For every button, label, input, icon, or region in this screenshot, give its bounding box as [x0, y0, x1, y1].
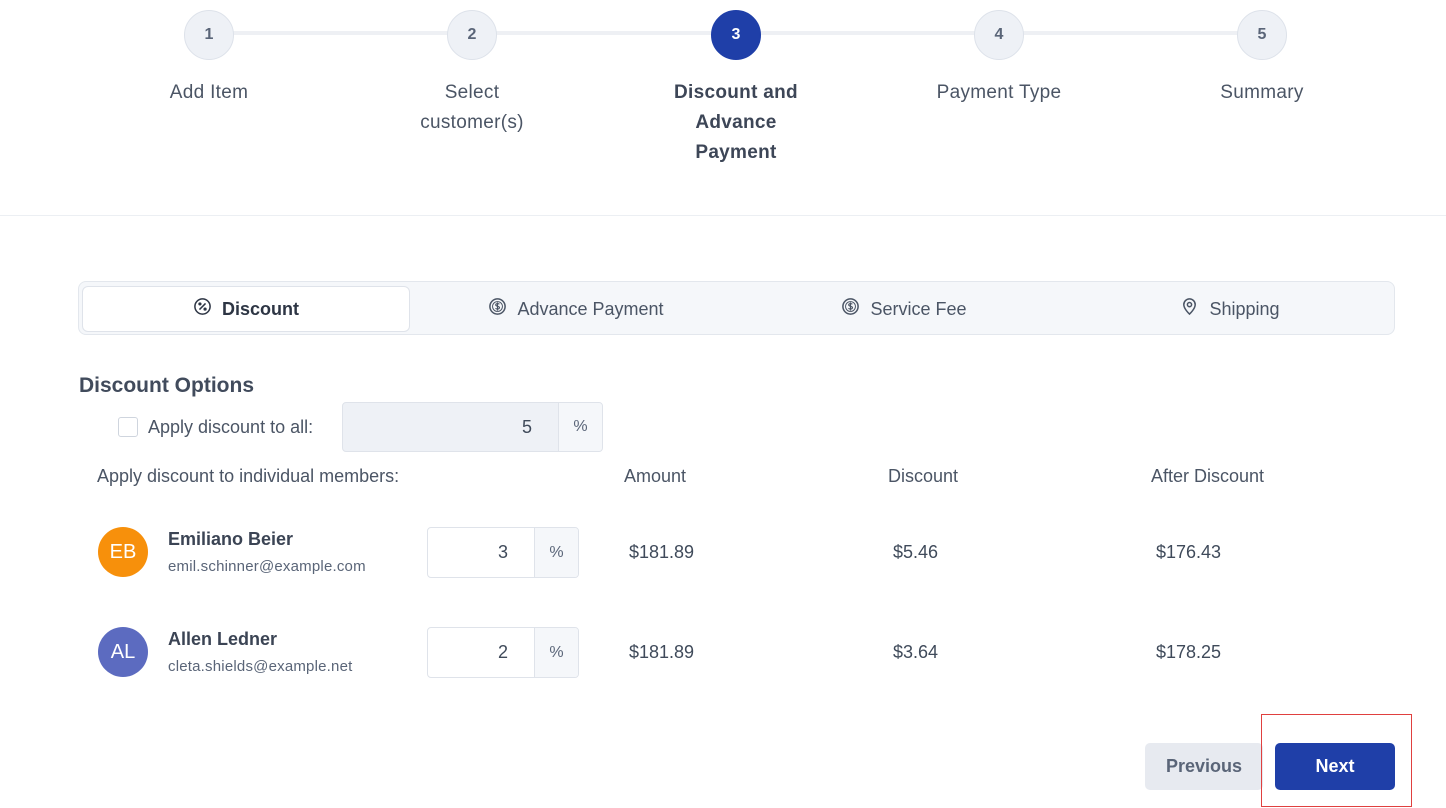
step-number: 2	[447, 10, 497, 60]
discount-column-header: Discount	[888, 466, 959, 486]
tab-label: Advance Payment	[517, 298, 664, 319]
member-discount-input[interactable]	[428, 528, 534, 577]
step-label: Select customer(s)	[420, 82, 524, 133]
step-discount-advance-payment[interactable]: 3 Discount and Advance Payment	[616, 10, 856, 168]
percent-unit: %	[534, 628, 578, 677]
tab-label: Shipping	[1209, 298, 1280, 319]
tab-advance-payment[interactable]: Advance Payment	[412, 286, 740, 332]
tab-service-fee[interactable]: Service Fee	[740, 286, 1068, 332]
member-row: AL Allen Ledner cleta.shields@example.ne…	[0, 627, 1446, 687]
apply-all-label: Apply discount to all:	[148, 416, 314, 437]
member-row: EB Emiliano Beier emil.schinner@example.…	[0, 527, 1446, 587]
member-percent-group: %	[427, 527, 579, 578]
member-after-discount: $178.25	[1156, 642, 1222, 662]
step-label: Discount and Advance Payment	[674, 82, 798, 163]
location-pin-icon	[1180, 297, 1199, 321]
step-label: Payment Type	[936, 82, 1062, 103]
member-discount: $3.64	[893, 642, 939, 662]
member-percent-group: %	[427, 627, 579, 678]
step-add-item[interactable]: 1 Add Item	[89, 10, 329, 108]
step-number: 5	[1237, 10, 1287, 60]
discount-options-title: Discount Options	[79, 374, 254, 397]
member-email: emil.schinner@example.com	[168, 558, 366, 575]
previous-button[interactable]: Previous	[1145, 743, 1263, 790]
tab-label: Service Fee	[870, 298, 967, 319]
step-summary[interactable]: 5 Summary	[1142, 10, 1382, 108]
percent-unit: %	[534, 528, 578, 577]
apply-all-percent-input[interactable]	[343, 403, 558, 451]
apply-all-checkbox[interactable]	[118, 417, 138, 437]
apply-discount-to-all: Apply discount to all:	[118, 402, 313, 452]
member-name: Allen Ledner	[168, 629, 278, 649]
progress-stepper: 1 Add Item 2 Select customer(s) 3 Discou…	[0, 0, 1446, 216]
member-after-discount: $176.43	[1156, 542, 1222, 562]
member-amount: $181.89	[629, 542, 695, 562]
apply-all-percent-group: %	[342, 402, 603, 452]
tab-shipping[interactable]: Shipping	[1068, 286, 1392, 332]
avatar: AL	[98, 627, 148, 677]
step-select-customers[interactable]: 2 Select customer(s)	[352, 10, 592, 138]
step-number: 4	[974, 10, 1024, 60]
discount-badge-icon	[193, 297, 212, 321]
options-tab-bar: Discount Advance Payment Service Fee Shi…	[78, 281, 1395, 335]
member-discount: $5.46	[893, 542, 939, 562]
amount-column-header: Amount	[624, 466, 687, 486]
individual-members-label: Apply discount to individual members:	[97, 466, 400, 486]
percent-unit: %	[558, 403, 602, 451]
member-email: cleta.shields@example.net	[168, 658, 353, 675]
after-discount-column-header: After Discount	[1151, 466, 1265, 486]
member-name: Emiliano Beier	[168, 529, 294, 549]
step-label: Summary	[1220, 82, 1304, 103]
tab-label: Discount	[221, 298, 299, 319]
step-number: 1	[184, 10, 234, 60]
next-button[interactable]: Next	[1275, 743, 1395, 790]
dollar-circle-icon	[841, 297, 860, 321]
member-discount-input[interactable]	[428, 628, 534, 677]
avatar: EB	[98, 527, 148, 577]
step-payment-type[interactable]: 4 Payment Type	[879, 10, 1119, 108]
tab-discount[interactable]: Discount	[82, 286, 410, 332]
step-label: Add Item	[169, 82, 249, 103]
step-number: 3	[711, 10, 761, 60]
member-amount: $181.89	[629, 642, 695, 662]
dollar-circle-icon	[488, 297, 507, 321]
